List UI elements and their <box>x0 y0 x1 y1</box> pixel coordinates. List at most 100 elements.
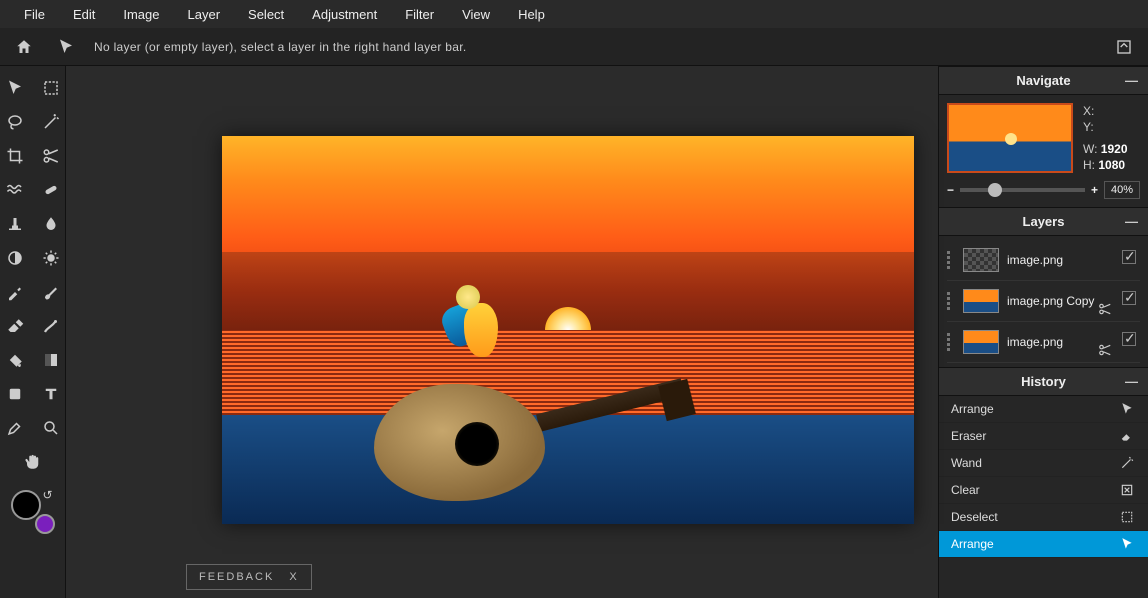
tool-blur[interactable] <box>37 210 65 238</box>
layer-name[interactable]: image.png Copy <box>1007 294 1140 308</box>
menu-view[interactable]: View <box>448 1 504 28</box>
menu-adjustment[interactable]: Adjustment <box>298 1 391 28</box>
tool-text[interactable] <box>37 380 65 408</box>
clear-icon <box>1118 483 1136 497</box>
tool-stamp[interactable] <box>1 210 29 238</box>
tool-liquify[interactable] <box>1 176 29 204</box>
pointer-icon[interactable] <box>52 33 80 61</box>
menu-select[interactable]: Select <box>234 1 298 28</box>
canvas-area[interactable]: FEEDBACK X <box>66 66 938 598</box>
tool-zoom[interactable] <box>37 414 65 442</box>
scissors-icon[interactable] <box>1098 343 1112 360</box>
menu-edit[interactable]: Edit <box>59 1 109 28</box>
feedback-close[interactable]: X <box>289 571 298 583</box>
panel-title-navigate: Navigate <box>1016 73 1070 88</box>
panel-header-layers[interactable]: Layers — <box>939 207 1148 236</box>
tool-eyedropper[interactable] <box>1 278 29 306</box>
menu-file[interactable]: File <box>10 1 59 28</box>
panels: Navigate — X: Y: W: 1920 H: 1080 − + 40% <box>938 66 1148 598</box>
history-label: Arrange <box>951 537 994 551</box>
home-icon[interactable] <box>10 33 38 61</box>
tool-colorpicker[interactable] <box>1 414 29 442</box>
scissors-icon[interactable] <box>1098 302 1112 319</box>
tool-heal[interactable] <box>37 176 65 204</box>
menu-bar: File Edit Image Layer Select Adjustment … <box>0 0 1148 28</box>
history-item[interactable]: Wand <box>939 450 1148 477</box>
tool-scissors[interactable] <box>37 142 65 170</box>
canvas-image[interactable] <box>222 136 914 524</box>
history-label: Arrange <box>951 402 994 416</box>
history-item[interactable]: Deselect <box>939 504 1148 531</box>
layer-name[interactable]: image.png <box>1007 253 1140 267</box>
tool-brush[interactable] <box>37 278 65 306</box>
history-label: Deselect <box>951 510 998 524</box>
drag-handle-icon[interactable] <box>947 292 955 310</box>
eraser-icon <box>1118 429 1136 443</box>
panel-title-layers: Layers <box>1023 214 1065 229</box>
tool-dodge[interactable] <box>1 244 29 272</box>
menu-image[interactable]: Image <box>109 1 173 28</box>
options-bar: No layer (or empty layer), select a laye… <box>0 28 1148 66</box>
options-hint: No layer (or empty layer), select a laye… <box>94 40 467 54</box>
arrow-icon <box>1118 402 1136 416</box>
layer-thumbnail[interactable] <box>963 289 999 313</box>
tool-lasso[interactable] <box>1 108 29 136</box>
background-color[interactable] <box>35 514 55 534</box>
history-label: Eraser <box>951 429 986 443</box>
layer-visibility-toggle[interactable] <box>1122 332 1136 346</box>
drag-handle-icon[interactable] <box>947 333 955 351</box>
navigate-thumbnail[interactable] <box>947 103 1073 173</box>
panel-header-history[interactable]: History — <box>939 367 1148 396</box>
history-item[interactable]: Clear <box>939 477 1148 504</box>
tool-gradient[interactable] <box>37 346 65 374</box>
tool-marquee[interactable] <box>37 74 65 102</box>
tool-arrow[interactable] <box>1 74 29 102</box>
layers-panel: image.png image.png Copy image.png <box>939 236 1148 367</box>
tool-bar: ↺ <box>0 66 66 598</box>
zoom-in-button[interactable]: + <box>1091 183 1098 197</box>
menu-layer[interactable]: Layer <box>174 1 235 28</box>
expand-icon[interactable] <box>1110 33 1138 61</box>
history-item[interactable]: Arrange <box>939 531 1148 558</box>
layer-visibility-toggle[interactable] <box>1122 291 1136 305</box>
history-item[interactable]: Arrange <box>939 396 1148 423</box>
zoom-percent[interactable]: 40% <box>1104 181 1140 199</box>
tool-shape[interactable] <box>1 380 29 408</box>
collapse-icon[interactable]: — <box>1125 214 1138 229</box>
feedback-label: FEEDBACK <box>199 571 274 583</box>
menu-filter[interactable]: Filter <box>391 1 448 28</box>
layer-row[interactable]: image.png <box>947 240 1140 281</box>
wand-icon <box>1118 456 1136 470</box>
zoom-out-button[interactable]: − <box>947 183 954 197</box>
tool-wand[interactable] <box>37 108 65 136</box>
zoom-slider[interactable] <box>960 188 1085 192</box>
layer-visibility-toggle[interactable] <box>1122 250 1136 264</box>
feedback-button[interactable]: FEEDBACK X <box>186 564 312 590</box>
swap-colors-icon[interactable]: ↺ <box>42 488 52 502</box>
panel-header-navigate[interactable]: Navigate — <box>939 66 1148 95</box>
collapse-icon[interactable]: — <box>1125 374 1138 389</box>
tool-spray[interactable] <box>37 312 65 340</box>
layer-thumbnail[interactable] <box>963 330 999 354</box>
tool-bucket[interactable] <box>1 346 29 374</box>
tool-hand[interactable] <box>19 448 47 476</box>
history-label: Wand <box>951 456 982 470</box>
navigate-panel: X: Y: W: 1920 H: 1080 − + 40% <box>939 95 1148 207</box>
tool-eraser[interactable] <box>1 312 29 340</box>
drag-handle-icon[interactable] <box>947 251 955 269</box>
tool-sponge[interactable] <box>37 244 65 272</box>
layer-thumbnail[interactable] <box>963 248 999 272</box>
layer-row[interactable]: image.png <box>947 322 1140 363</box>
panel-title-history: History <box>1021 374 1066 389</box>
color-swatch[interactable]: ↺ <box>11 490 55 534</box>
collapse-icon[interactable]: — <box>1125 73 1138 88</box>
history-panel: Arrange Eraser Wand Clear Deselect Arran… <box>939 396 1148 558</box>
layer-row[interactable]: image.png Copy <box>947 281 1140 322</box>
history-item[interactable]: Eraser <box>939 423 1148 450</box>
navigate-info: X: Y: W: 1920 H: 1080 <box>1083 103 1128 173</box>
deselect-icon <box>1118 510 1136 524</box>
tool-crop[interactable] <box>1 142 29 170</box>
foreground-color[interactable] <box>11 490 41 520</box>
layer-name[interactable]: image.png <box>1007 335 1140 349</box>
menu-help[interactable]: Help <box>504 1 559 28</box>
